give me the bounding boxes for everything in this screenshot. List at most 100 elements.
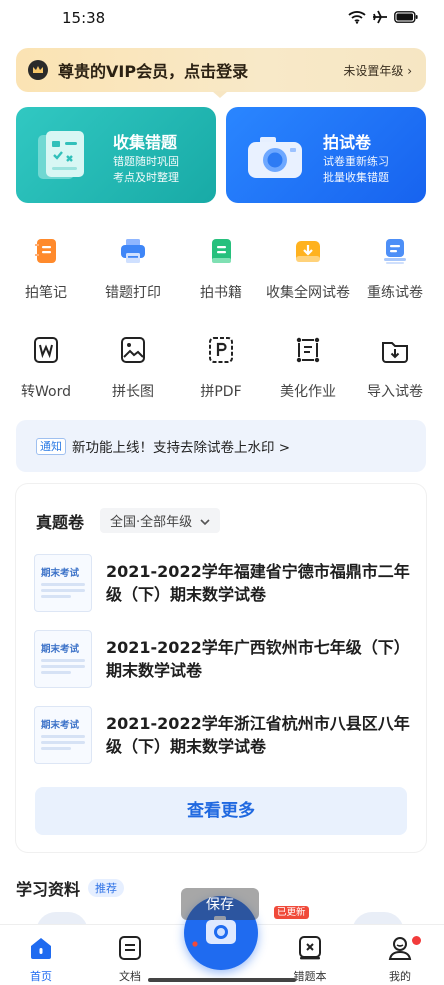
thumb-line: [41, 671, 71, 674]
tool-collect-web-exams[interactable]: 收集全网试卷: [264, 236, 352, 302]
pdf-icon: [209, 337, 233, 363]
collect-mistakes-card[interactable]: 收集错题 错题随时巩固 考点及时整理: [16, 107, 216, 203]
thumb-line: [41, 583, 85, 586]
tool-to-word[interactable]: 转Word: [2, 335, 90, 401]
updated-badge: 已更新: [274, 906, 309, 919]
notification-dot: [412, 936, 421, 945]
home-indicator: [148, 978, 296, 982]
notice-tag: 通知: [36, 437, 66, 455]
status-bar: 15:38: [0, 0, 444, 40]
tool-label: 拍笔记: [25, 285, 67, 301]
study-title: 学习资料: [16, 880, 81, 899]
exam-title: 2021-2022学年浙江省杭州市八县区八年级（下）期末数学试卷: [106, 714, 410, 756]
app-root: 15:38 尊贵的VIP会员，点击登录 未设置年级 › 收集错题 错题随时巩固 …: [0, 0, 444, 985]
region-grade-filter[interactable]: 全国·全部年级: [100, 508, 221, 533]
thumb-line: [41, 595, 71, 598]
chevron-right-icon: ›: [407, 63, 412, 78]
exam-thumbnail: 期末考试: [34, 706, 92, 764]
tool-label: 拍书籍: [200, 285, 242, 301]
study-materials-header: 学习资料 推荐: [16, 876, 125, 900]
tool-label: 拼PDF: [200, 384, 242, 400]
recommend-badge: 推荐: [88, 879, 125, 897]
card-title: 收集错题: [113, 133, 178, 152]
exam-thumbnail: 期末考试: [34, 630, 92, 688]
exam-item[interactable]: 期末考试 2021-2022学年福建省宁德市福鼎市二年级（下）期末数学试卷: [34, 554, 414, 616]
tab-documents[interactable]: 文档: [95, 935, 165, 984]
thumb-line: [41, 665, 85, 668]
folder-import-icon: [382, 342, 408, 363]
exam-item[interactable]: 期末考试 2021-2022学年浙江省杭州市八县区八年级（下）期末数学试卷: [34, 706, 414, 768]
notice-text: 新功能上线！支持去除试卷上水印 >: [72, 440, 291, 456]
view-more-button[interactable]: 查看更多: [35, 787, 407, 835]
tool-label: 重练试卷: [367, 285, 423, 301]
grade-label: 未设置年级: [343, 63, 404, 78]
tool-scan-book[interactable]: 拍书籍: [177, 236, 265, 302]
thumb-line: [41, 735, 85, 738]
tools-row-1: 拍笔记 错题打印 拍书籍 收集全网试卷 重练试卷: [0, 236, 444, 306]
status-icons: [348, 10, 418, 24]
tab-label: 我的: [389, 970, 411, 983]
wifi-icon: [348, 11, 366, 24]
tool-redo-exam[interactable]: 重练试卷: [351, 236, 439, 302]
card-subtitle: 试卷重新练习 批量收集错题: [323, 155, 389, 184]
exam-title: 2021-2022学年福建省宁德市福鼎市二年级（下）期末数学试卷: [106, 562, 410, 604]
camera-icon: [248, 137, 302, 178]
card-title: 拍试卷: [323, 133, 372, 152]
crop-icon: [296, 337, 320, 363]
document-icon: [119, 936, 141, 960]
tool-print-mistakes[interactable]: 错题打印: [89, 236, 177, 302]
mistake-book-icon: [299, 936, 321, 960]
image-icon: [121, 337, 145, 363]
tool-stitch-image[interactable]: 拼长图: [89, 335, 177, 401]
download-tray-icon: [296, 241, 320, 262]
profile-icon: [388, 937, 412, 960]
tab-mistake-book[interactable]: 错题本: [275, 935, 345, 984]
chevron-down-icon: [200, 519, 210, 526]
tool-label: 拼长图: [112, 384, 154, 400]
thumb-label: 期末考试: [41, 568, 80, 579]
tool-label: 美化作业: [280, 384, 336, 400]
section-header: 真题卷 全国·全部年级: [36, 508, 221, 533]
thumb-line: [41, 659, 85, 662]
save-tooltip: 保存: [181, 888, 259, 920]
exam-title: 2021-2022学年广西钦州市七年级（下）期末数学试卷: [106, 638, 410, 680]
airplane-icon: [373, 10, 387, 24]
real-exams-section: 真题卷 全国·全部年级 期末考试 2021-2022学年福建省宁德市福鼎市二年级…: [16, 484, 426, 852]
tool-take-notes[interactable]: 拍笔记: [2, 236, 90, 302]
vip-banner[interactable]: 尊贵的VIP会员，点击登录 未设置年级 ›: [16, 48, 426, 92]
tool-beautify-homework[interactable]: 美化作业: [264, 335, 352, 401]
section-title: 真题卷: [36, 512, 85, 532]
tool-import-exam[interactable]: 导入试卷: [351, 335, 439, 401]
thumb-line: [41, 589, 85, 592]
tab-home[interactable]: 首页: [6, 935, 76, 984]
card-subtitle: 错题随时巩固 考点及时整理: [113, 155, 179, 184]
printer-icon: [121, 239, 145, 263]
vip-pointer: [212, 91, 228, 98]
crown-icon: [28, 60, 48, 80]
exam-thumbnail: 期末考试: [34, 554, 92, 612]
vip-title: 尊贵的VIP会员，点击登录: [58, 62, 249, 81]
thumb-line: [41, 741, 85, 744]
exam-item[interactable]: 期末考试 2021-2022学年广西钦州市七年级（下）期末数学试卷: [34, 630, 414, 692]
scan-exam-card[interactable]: 拍试卷 试卷重新练习 批量收集错题: [226, 107, 426, 203]
status-time: 15:38: [62, 9, 106, 27]
word-icon: [34, 337, 58, 363]
tools-row-2: 转Word 拼长图 拼PDF 美化作业 导入试卷: [0, 335, 444, 405]
tab-profile[interactable]: 我的: [365, 935, 435, 984]
filter-label: 全国·全部年级: [110, 515, 193, 530]
tool-label: 导入试卷: [367, 384, 423, 400]
book-icon: [212, 239, 231, 263]
tool-stitch-pdf[interactable]: 拼PDF: [177, 335, 265, 401]
tool-label: 收集全网试卷: [266, 285, 350, 301]
stack-icon: [384, 239, 406, 264]
tool-label: 错题打印: [105, 285, 161, 301]
home-icon: [31, 938, 51, 959]
thumb-label: 期末考试: [41, 644, 80, 655]
battery-icon: [394, 11, 418, 23]
tab-label: 首页: [30, 970, 52, 983]
notice-banner[interactable]: 通知 新功能上线！支持去除试卷上水印 >: [16, 420, 426, 472]
tool-label: 转Word: [21, 384, 71, 400]
notebook-icon: [35, 239, 56, 263]
clipboard-icon: [38, 131, 84, 179]
grade-setting-link[interactable]: 未设置年级 ›: [343, 62, 412, 79]
